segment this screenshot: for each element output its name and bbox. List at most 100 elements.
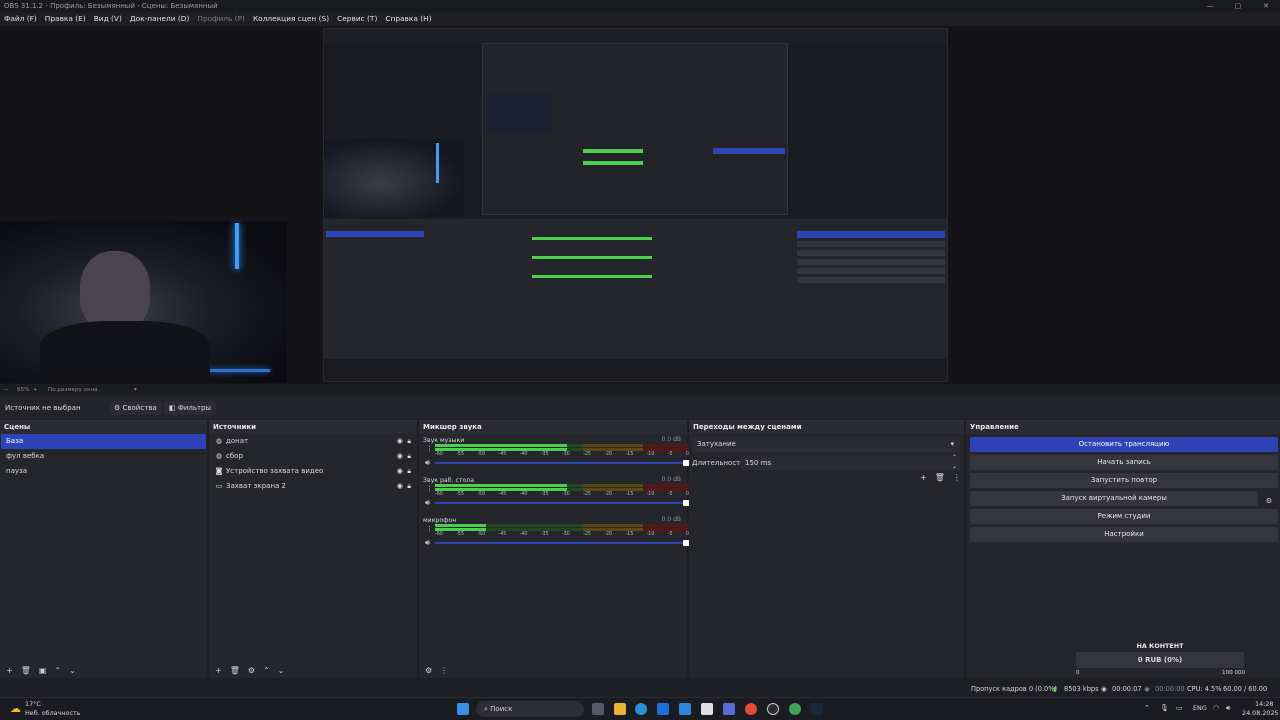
add-source-icon[interactable]: + — [215, 666, 222, 675]
volume-slider[interactable] — [435, 460, 691, 466]
chevron-down-icon[interactable]: ▾ — [134, 385, 137, 395]
scene-item-full-webcam[interactable]: фул вебка — [1, 449, 206, 464]
filters-button[interactable]: ◧ Фильтры — [164, 401, 217, 415]
clock-date[interactable]: 24.08.2025 — [1242, 709, 1279, 717]
volume-slider[interactable] — [435, 540, 691, 546]
weather-desc[interactable]: Неб. облачность — [25, 709, 80, 717]
close-button[interactable]: ✕ — [1252, 0, 1280, 12]
weather-icon: ☁ — [10, 702, 21, 715]
tray-chevron-icon[interactable]: ⌃ — [1144, 704, 1150, 712]
source-item-donat[interactable]: ◍ донат ◉ 🔒︎ — [209, 434, 417, 449]
scale-tick: -15 — [625, 532, 634, 537]
maximize-button[interactable]: ▢ — [1224, 0, 1252, 12]
menu-docks[interactable]: Док-панели (D) — [126, 12, 194, 26]
chrome-icon[interactable] — [745, 703, 757, 715]
telegram-icon[interactable] — [789, 703, 801, 715]
mixer-channel: Звук музыки 0.0 dB ⋮ -60 -55 -50 -45 -40 -35 -30 -… — [423, 436, 691, 474]
weather-temp[interactable]: 17°C — [25, 700, 41, 708]
eye-icon[interactable]: ◉ — [397, 452, 403, 460]
scale-tick: -50 — [477, 452, 486, 457]
store-icon[interactable] — [657, 703, 669, 715]
settings-button[interactable]: Настройки — [970, 527, 1278, 542]
start-replay-button[interactable]: Запустить повтор — [970, 473, 1278, 488]
speaker-icon[interactable]: 🔊︎ — [425, 498, 430, 508]
file-explorer-icon[interactable] — [614, 703, 626, 715]
lock-icon[interactable]: 🔒︎ — [407, 452, 411, 460]
stepper-icon[interactable]: ⌃ ⌄ — [952, 453, 957, 471]
move-down-icon[interactable]: ⌄ — [69, 666, 76, 675]
language-indicator[interactable]: ENG — [1193, 704, 1207, 712]
mic-icon[interactable]: 🎙︎ — [1160, 704, 1169, 712]
move-down-icon[interactable]: ⌄ — [278, 666, 285, 675]
menu-view[interactable]: Вид (V) — [90, 12, 126, 26]
zoom-minus-icon[interactable]: − — [4, 385, 9, 395]
zoom-percent[interactable]: 65% — [17, 385, 29, 395]
network-icon[interactable]: ▭ — [1176, 704, 1183, 712]
eye-icon[interactable]: ◉ — [397, 482, 403, 490]
yandex-icon[interactable] — [701, 703, 713, 715]
virtual-camera-button[interactable]: Запуск виртуальной камеры — [970, 491, 1258, 506]
source-item-sbor[interactable]: ◍ сбор ◉ 🔒︎ — [209, 449, 417, 464]
stats-app-icon[interactable] — [723, 703, 735, 715]
volume-icon[interactable]: 🔊︎ — [1226, 704, 1230, 713]
taskbar-search[interactable]: ⌕ Поиск — [476, 701, 584, 717]
eye-icon[interactable]: ◉ — [397, 437, 403, 445]
zoom-mode-select[interactable]: По размеру окна — [48, 385, 98, 395]
wifi-icon[interactable]: ◠ — [1213, 704, 1219, 712]
menu-file[interactable]: Файл (F) — [0, 12, 41, 26]
advanced-audio-icon[interactable]: ⚙ — [425, 666, 432, 675]
lock-icon[interactable]: 🔒︎ — [407, 437, 411, 445]
properties-button[interactable]: ⚙ Свойства — [109, 401, 162, 415]
remove-source-icon[interactable]: 🗑 — [230, 666, 240, 675]
source-item-video-capture[interactable]: ◙ Устройство захвата видео ◉ 🔒︎ — [209, 464, 417, 479]
remove-transition-icon[interactable]: 🗑 — [935, 473, 945, 482]
lock-icon[interactable]: 🔒︎ — [407, 467, 411, 475]
scene-item-baza[interactable]: База — [1, 434, 206, 449]
add-scene-icon[interactable]: + — [6, 666, 13, 675]
menu-help[interactable]: Справка (H) — [381, 12, 435, 26]
speaker-icon[interactable]: 🔊︎ — [425, 458, 430, 468]
add-transition-icon[interactable]: + — [920, 473, 927, 482]
mail-icon[interactable] — [679, 703, 691, 715]
source-item-screen-capture[interactable]: ▭ Захват экрана 2 ◉ 🔒︎ — [209, 479, 417, 494]
preview-area[interactable] — [0, 26, 1280, 384]
move-up-icon[interactable]: ⌃ — [54, 666, 61, 675]
search-icon: ⌕ — [484, 705, 488, 713]
task-view-icon[interactable] — [592, 703, 604, 715]
menu-profile: Профиль (P) — [197, 14, 245, 23]
studio-mode-button[interactable]: Режим студии — [970, 509, 1278, 524]
source-status: Источник не выбран — [5, 404, 81, 412]
minimize-button[interactable]: — — [1196, 0, 1224, 12]
zoom-plus-icon[interactable]: + — [33, 385, 38, 395]
edge-icon[interactable] — [635, 703, 647, 715]
lock-icon[interactable]: 🔒︎ — [407, 482, 411, 490]
scene-filters-icon[interactable]: ▣ — [39, 666, 47, 675]
scene-item-pause[interactable]: пауза — [1, 464, 206, 479]
duration-field[interactable]: 150 ms ⌃ ⌄ — [741, 453, 960, 471]
channel-menu-icon[interactable]: ⋮ — [426, 525, 433, 533]
start-recording-button[interactable]: Начать запись — [970, 455, 1278, 470]
move-up-icon[interactable]: ⌃ — [263, 666, 270, 675]
steam-icon[interactable] — [811, 703, 823, 715]
menu-tools[interactable]: Сервис (T) — [333, 12, 381, 26]
filter-icon: ◧ — [169, 404, 176, 412]
remove-scene-icon[interactable]: 🗑 — [21, 666, 31, 675]
mixer-menu-icon[interactable]: ⋮ — [440, 666, 448, 675]
channel-menu-icon[interactable]: ⋮ — [426, 485, 433, 493]
clock-time[interactable]: 14:28 — [1255, 700, 1273, 708]
channel-menu-icon[interactable]: ⋮ — [426, 445, 433, 453]
eye-icon[interactable]: ◉ — [397, 467, 403, 475]
speaker-icon[interactable]: 🔊︎ — [425, 538, 430, 548]
source-settings-icon[interactable]: ⚙ — [248, 666, 255, 675]
windows-start-icon[interactable] — [457, 703, 469, 715]
gear-icon[interactable]: ⚙ — [1266, 494, 1272, 509]
obs-icon[interactable] — [767, 703, 779, 715]
chevron-down-icon: ▾ — [950, 440, 954, 448]
menu-edit[interactable]: Правка (E) — [41, 12, 90, 26]
stop-stream-button[interactable]: Остановить трансляцию — [970, 437, 1278, 452]
menu-scene-collection[interactable]: Коллекция сцен (S) — [249, 12, 333, 26]
volume-slider[interactable] — [435, 500, 691, 506]
neon-light-left — [235, 223, 239, 269]
transition-menu-icon[interactable]: ⋮ — [953, 473, 961, 482]
transition-select[interactable]: Затухание ▾ — [692, 437, 960, 452]
